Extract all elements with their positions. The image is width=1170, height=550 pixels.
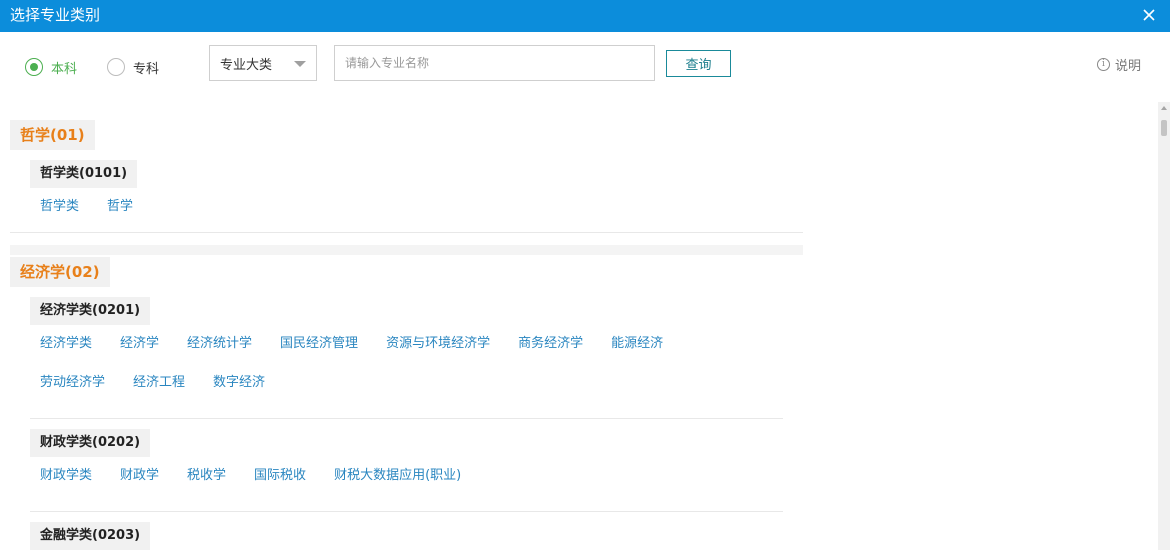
category-header: 哲学(01) xyxy=(10,120,95,150)
level-select-value: 专业大类 xyxy=(220,57,273,73)
radio-undergraduate[interactable]: 本科 xyxy=(25,56,77,78)
dialog-title: 选择专业类别 xyxy=(10,6,101,24)
scroll-up-arrow-icon[interactable] xyxy=(1161,106,1167,110)
level-select[interactable]: 专业大类 xyxy=(209,45,317,81)
info-icon: i xyxy=(1097,58,1110,71)
major-link[interactable]: 财政学 xyxy=(120,466,159,486)
subcategory-header: 财政学类(0202) xyxy=(30,429,151,457)
dialog-titlebar: 选择专业类别 xyxy=(0,0,1170,32)
radio-junior-college[interactable]: 专科 xyxy=(107,56,159,78)
search-input[interactable] xyxy=(334,45,655,81)
category-section: 哲学(01) 哲学类(0101) 哲学类 哲学 xyxy=(10,102,803,233)
major-link[interactable]: 国民经济管理 xyxy=(280,334,358,354)
major-link[interactable]: 数字经济 xyxy=(213,373,265,393)
major-links: 财政学类 财政学 税收学 国际税收 财税大数据应用(职业) xyxy=(30,457,783,511)
radio-label: 本科 xyxy=(51,61,78,77)
subcategory-header: 经济学类(0201) xyxy=(30,297,151,325)
major-link[interactable]: 财税大数据应用(职业) xyxy=(334,466,461,486)
major-link[interactable]: 哲学类 xyxy=(40,197,79,217)
radio-circle xyxy=(107,58,125,76)
major-link[interactable]: 劳动经济学 xyxy=(40,373,105,393)
major-link[interactable]: 经济学类 xyxy=(40,334,92,354)
category-section: 经济学(02) 经济学类(0201) 经济学类 经济学 经济统计学 国民经济管理… xyxy=(10,245,803,550)
major-link[interactable]: 经济工程 xyxy=(133,373,185,393)
help-link[interactable]: i 说明 xyxy=(1097,55,1141,74)
close-button[interactable] xyxy=(1138,4,1160,26)
major-links: 经济学类 经济学 经济统计学 国民经济管理 资源与环境经济学 商务经济学 能源经… xyxy=(30,325,783,418)
subcategory-section: 金融学类(0203) xyxy=(30,511,783,550)
category-header: 经济学(02) xyxy=(10,257,110,287)
help-label: 说明 xyxy=(1115,59,1142,74)
major-link[interactable]: 国际税收 xyxy=(254,466,306,486)
subcategory-section: 经济学类(0201) 经济学类 经济学 经济统计学 国民经济管理 资源与环境经济… xyxy=(30,287,783,418)
subcategory-section: 财政学类(0202) 财政学类 财政学 税收学 国际税收 财税大数据应用(职业) xyxy=(30,418,783,511)
major-link[interactable]: 经济学 xyxy=(120,334,159,354)
major-link[interactable]: 经济统计学 xyxy=(187,334,252,354)
radio-circle xyxy=(25,58,43,76)
query-button[interactable]: 查询 xyxy=(666,50,731,77)
major-link[interactable]: 商务经济学 xyxy=(518,334,583,354)
radio-label: 专科 xyxy=(133,61,160,77)
major-link[interactable]: 哲学 xyxy=(107,197,133,217)
scrollbar-thumb[interactable] xyxy=(1161,120,1167,136)
subcategory-section: 哲学类(0101) 哲学类 哲学 xyxy=(30,150,783,242)
major-link[interactable]: 能源经济 xyxy=(611,334,663,354)
major-link[interactable]: 税收学 xyxy=(187,466,226,486)
vertical-scrollbar[interactable] xyxy=(1158,102,1170,550)
subcategory-header: 金融学类(0203) xyxy=(30,522,151,550)
major-link[interactable]: 资源与环境经济学 xyxy=(386,334,490,354)
major-list: 哲学(01) 哲学类(0101) 哲学类 哲学 经济学(02) 经济学类(020… xyxy=(0,102,1158,550)
filter-toolbar: 本科 专科 专业大类 查询 i 说明 xyxy=(0,32,1170,102)
section-divider xyxy=(10,232,803,233)
chevron-down-icon xyxy=(294,61,306,67)
close-icon xyxy=(1143,9,1155,21)
major-links: 哲学类 哲学 xyxy=(30,188,783,242)
subcategory-header: 哲学类(0101) xyxy=(30,160,138,188)
major-link[interactable]: 财政学类 xyxy=(40,466,92,486)
